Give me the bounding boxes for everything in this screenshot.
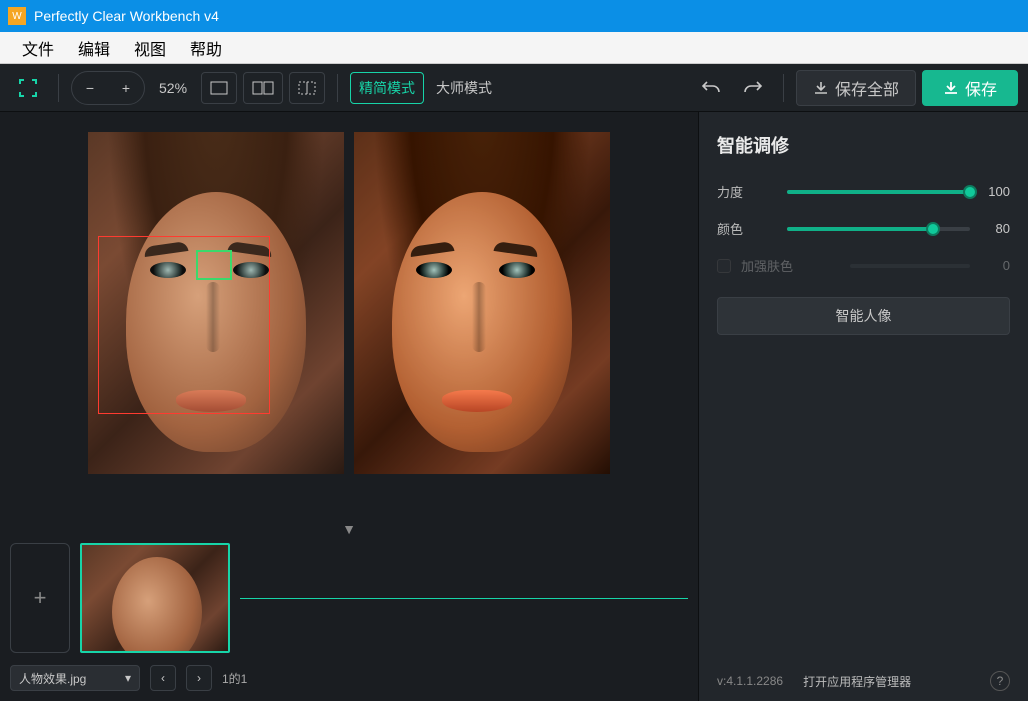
filmstrip: + bbox=[10, 543, 688, 661]
side-panel: 智能调修 力度 100 颜色 80 加强肤色 0 智能人像 bbox=[698, 112, 1028, 701]
main-area: ▼ + 人物效果.jpg ▾ ‹ › 1的1 智能调修 力度 bbox=[0, 112, 1028, 701]
file-selector[interactable]: 人物效果.jpg ▾ bbox=[10, 665, 140, 691]
chevron-down-icon: ▾ bbox=[125, 671, 131, 685]
prev-image-button[interactable]: ‹ bbox=[150, 665, 176, 691]
fit-screen-button[interactable] bbox=[10, 72, 46, 104]
skin-slider[interactable] bbox=[850, 264, 970, 268]
zoom-level: 52% bbox=[151, 80, 195, 96]
separator bbox=[58, 74, 59, 102]
eye-detection-rect bbox=[196, 250, 232, 280]
control-strength: 力度 100 bbox=[717, 182, 1010, 201]
app-icon: W bbox=[8, 7, 26, 25]
skin-checkbox[interactable] bbox=[717, 259, 731, 273]
view-overlay-button[interactable] bbox=[289, 72, 325, 104]
skin-label: 加强肤色 bbox=[741, 256, 793, 275]
preview-before[interactable] bbox=[88, 132, 344, 474]
side-footer: v:4.1.1.2286 打开应用程序管理器 ? bbox=[717, 671, 1010, 691]
next-image-button[interactable]: › bbox=[186, 665, 212, 691]
separator bbox=[337, 74, 338, 102]
strength-value: 100 bbox=[980, 184, 1010, 199]
canvas-area: ▼ + 人物效果.jpg ▾ ‹ › 1的1 bbox=[0, 112, 698, 701]
save-all-label: 保存全部 bbox=[835, 76, 899, 100]
smart-portrait-button[interactable]: 智能人像 bbox=[717, 297, 1010, 335]
page-indicator: 1的1 bbox=[222, 670, 247, 687]
control-color: 颜色 80 bbox=[717, 219, 1010, 238]
menu-view[interactable]: 视图 bbox=[122, 32, 178, 64]
mode-simple-button[interactable]: 精简模式 bbox=[350, 72, 424, 104]
menu-file[interactable]: 文件 bbox=[10, 32, 66, 64]
toolbar: − + 52% 精简模式 大师模式 保存全部 保存 bbox=[0, 64, 1028, 112]
zoom-group: − + bbox=[71, 71, 145, 105]
redo-button[interactable] bbox=[735, 72, 771, 104]
thumbnail-1[interactable] bbox=[80, 543, 230, 653]
face-detection-rect bbox=[98, 236, 270, 414]
strength-label: 力度 bbox=[717, 182, 777, 201]
panel-title: 智能调修 bbox=[717, 132, 1010, 158]
color-label: 颜色 bbox=[717, 219, 777, 238]
save-label: 保存 bbox=[965, 76, 997, 100]
file-name: 人物效果.jpg bbox=[19, 670, 86, 687]
color-slider[interactable] bbox=[787, 227, 970, 231]
save-button[interactable]: 保存 bbox=[922, 70, 1018, 106]
menu-help[interactable]: 帮助 bbox=[178, 32, 234, 64]
save-all-button[interactable]: 保存全部 bbox=[796, 70, 916, 106]
filmstrip-toggle[interactable]: ▼ bbox=[10, 517, 688, 543]
control-skin: 加强肤色 0 bbox=[717, 256, 1010, 275]
view-single-button[interactable] bbox=[201, 72, 237, 104]
filmstrip-track bbox=[240, 598, 688, 599]
version-label: v:4.1.1.2286 bbox=[717, 674, 783, 688]
bottom-bar: 人物效果.jpg ▾ ‹ › 1的1 bbox=[10, 661, 688, 691]
menu-edit[interactable]: 编辑 bbox=[66, 32, 122, 64]
window-titlebar: W Perfectly Clear Workbench v4 bbox=[0, 0, 1028, 32]
color-value: 80 bbox=[980, 221, 1010, 236]
add-image-button[interactable]: + bbox=[10, 543, 70, 653]
mode-master-button[interactable]: 大师模式 bbox=[428, 72, 500, 104]
view-split-button[interactable] bbox=[243, 72, 283, 104]
zoom-in-button[interactable]: + bbox=[110, 74, 142, 102]
skin-value: 0 bbox=[980, 258, 1010, 273]
mode-switch: 精简模式 大师模式 bbox=[350, 72, 500, 104]
help-icon[interactable]: ? bbox=[990, 671, 1010, 691]
strength-slider[interactable] bbox=[787, 190, 970, 194]
preview-row bbox=[10, 132, 688, 517]
undo-button[interactable] bbox=[693, 72, 729, 104]
preview-after[interactable] bbox=[354, 132, 610, 474]
window-title: Perfectly Clear Workbench v4 bbox=[34, 8, 219, 24]
zoom-out-button[interactable]: − bbox=[74, 74, 106, 102]
menubar: 文件 编辑 视图 帮助 bbox=[0, 32, 1028, 64]
separator bbox=[783, 74, 784, 102]
open-app-manager-link[interactable]: 打开应用程序管理器 bbox=[803, 673, 911, 690]
